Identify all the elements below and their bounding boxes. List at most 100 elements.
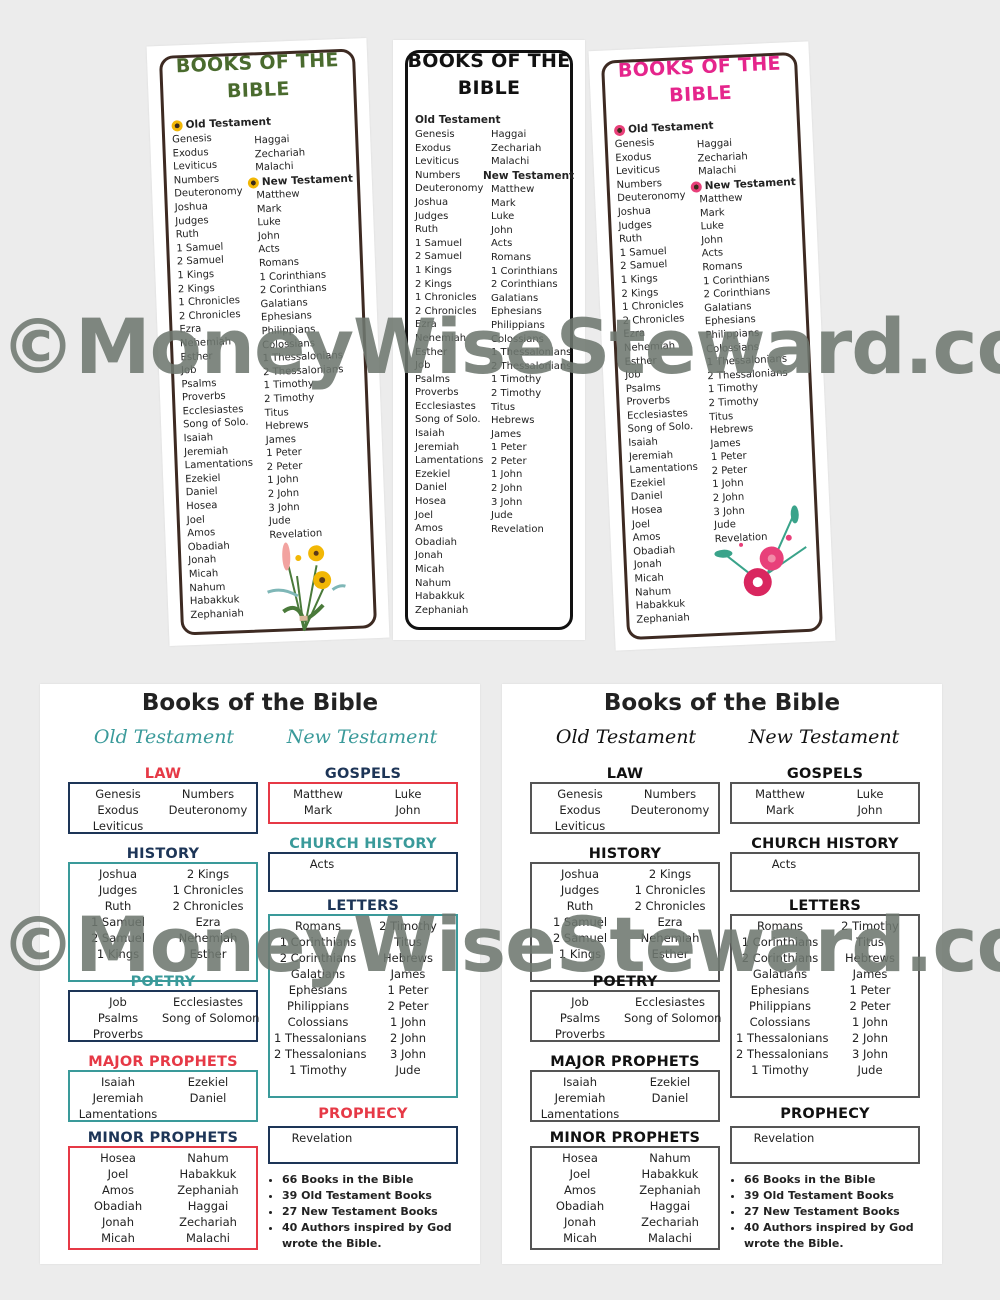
nt-books-column: Matthew Mark Luke John Acts Romans 1 Corinthia… — [491, 183, 571, 536]
section-right-column: 2 Kings 1 Chronicles 2 Chronicles Ezra Nehem… — [624, 866, 716, 962]
section-box-minor-prophets: Hosea Joel Amos Obadiah Jonah Micah Nahum Habak… — [68, 1146, 258, 1250]
book-name: Psalms — [415, 373, 450, 385]
book-name: 2 Timothy — [379, 919, 437, 933]
book-name: Luke — [491, 211, 515, 223]
nt-books-column: Matthew Mark Luke John Acts Romans 1 Corinthia… — [699, 190, 795, 547]
sunflower-icon — [171, 119, 183, 132]
section-left-column: Isaiah Jeremiah Lamentations — [74, 1074, 162, 1122]
book-name: 2 Peter — [491, 455, 527, 467]
bible-fact: 27 New Testament Books — [282, 1204, 480, 1220]
section-box-church-history: Acts — [730, 852, 920, 892]
book-name: Philippians — [287, 999, 349, 1013]
section-left-column: Isaiah Jeremiah Lamentations — [536, 1074, 624, 1122]
bible-fact: 40 Authors inspired by God wrote the Bib… — [282, 1220, 480, 1252]
book-name: Micah — [101, 1231, 135, 1245]
section-left-column: Joshua Judges Ruth 1 Samuel 2 Samuel 1 Kings — [74, 866, 162, 962]
book-name: 2 Timothy — [841, 919, 899, 933]
section-box-minor-prophets: Hosea Joel Amos Obadiah Jonah Micah Nahum Habak… — [530, 1146, 720, 1250]
book-name: Micah — [415, 564, 445, 575]
section-heading-gospels: GOSPELS — [324, 766, 402, 782]
section-box-poetry: Job Psalms Proverbs Ecclesiastes Song of Sol… — [68, 990, 259, 1042]
book-name: Zechariah — [641, 1215, 699, 1229]
book-name: Exodus — [97, 803, 139, 817]
book-name: Psalms — [559, 1011, 601, 1025]
pink-flower-decoration-icon — [714, 505, 807, 597]
book-name: Zephaniah — [177, 1183, 239, 1197]
section-right-column: 2 Kings 1 Chronicles 2 Chronicles Ezra Nehem… — [162, 866, 254, 962]
book-name: Zechariah — [491, 142, 542, 154]
book-name: Nahum — [415, 577, 452, 589]
poster-black-white: Books of the Bible Old Testament New Testa… — [502, 684, 942, 1264]
nt-label: New Testament — [286, 726, 438, 748]
book-name: Malachi — [255, 161, 294, 174]
ot-label: Old Testament — [555, 726, 697, 748]
section-box-prophecy: Revelation — [268, 1126, 458, 1164]
book-name: John — [395, 803, 421, 817]
book-name: 2 Kings — [186, 867, 230, 881]
book-name: Judges — [98, 883, 138, 897]
book-name: Nehemiah — [640, 931, 700, 945]
book-name: 1 John — [390, 1015, 426, 1029]
book-name: Joel — [415, 509, 433, 521]
book-name: Zechariah — [179, 1215, 237, 1229]
book-name: Acts — [491, 238, 513, 250]
section-left-column: Romans 1 Corinthians 2 Corinthians Galatian… — [736, 918, 828, 1078]
book-name: Ruth — [104, 899, 132, 913]
section-heading-poetry: POETRY — [130, 974, 196, 990]
book-name: 2 Samuel — [552, 931, 608, 945]
book-name: Ezra — [195, 915, 221, 929]
book-name: Lamentations — [78, 1107, 158, 1121]
section-heading-poetry: POETRY — [592, 974, 658, 990]
book-name: Matthew — [293, 787, 343, 801]
section-box-letters: Romans 1 Corinthians 2 Corinthians Galatian… — [730, 914, 920, 1098]
book-name: Leviticus — [92, 819, 144, 833]
section-left-column: Job Psalms Proverbs — [536, 994, 624, 1042]
book-name: Revelation — [291, 1131, 353, 1145]
book-name: Jude — [395, 1063, 421, 1077]
book-name: 2 Corinthians — [741, 951, 819, 965]
book-name: Song of Solo. — [415, 414, 481, 426]
section-box-prophecy: Revelation — [730, 1126, 920, 1164]
book-name: 2 Corinthians — [491, 279, 558, 291]
section-left-column: Matthew Mark — [274, 786, 362, 818]
book-name: Deuteronomy — [415, 183, 484, 195]
ot-books-continued: Haggai Zechariah Malachi — [254, 132, 306, 175]
section-right-column: Numbers Deuteronomy — [162, 786, 254, 818]
book-name: Ecclesiastes — [173, 995, 243, 1009]
book-name: James — [390, 967, 426, 981]
book-name: Leviticus — [415, 156, 459, 168]
book-name: Malachi — [647, 1231, 693, 1245]
book-name: Amos — [563, 1183, 597, 1197]
book-name: Genesis — [95, 787, 141, 801]
book-name: Job — [571, 995, 589, 1009]
book-name: Amos — [101, 1183, 135, 1197]
ot-heading-label: Old Testament — [415, 114, 501, 126]
book-name: Nahum — [187, 1151, 229, 1165]
book-name: 1 Chronicles — [172, 883, 244, 897]
book-name: James — [852, 967, 888, 981]
book-name: 2 Samuel — [90, 931, 146, 945]
book-name: Jonah — [101, 1215, 135, 1229]
section-box-gospels: Matthew Mark Luke John — [268, 782, 458, 824]
ot-label: Old Testament — [93, 726, 235, 748]
section-left-column: Joshua Judges Ruth 1 Samuel 2 Samuel 1 Kings — [536, 866, 624, 962]
book-name: Joshua — [415, 196, 449, 208]
book-name: Job — [415, 360, 431, 372]
book-name: 1 Chronicles — [634, 883, 706, 897]
book-name: Zephaniah — [190, 607, 245, 621]
book-name: 2 Timothy — [491, 387, 542, 399]
ot-books-continued: Haggai Zechariah Malachi — [697, 136, 749, 179]
sunflower-icon — [247, 176, 260, 189]
book-name: Obadiah — [93, 1199, 143, 1213]
book-name: 2 Chronicles — [634, 899, 706, 913]
book-name: 1 Peter — [849, 983, 891, 997]
book-name: 1 Timothy — [289, 1063, 347, 1077]
book-name: Ruth — [566, 899, 594, 913]
section-left-column: Hosea Joel Amos Obadiah Jonah Micah — [536, 1150, 624, 1246]
section-heading-prophecy: PROPHECY — [780, 1106, 870, 1122]
section-left-column: Acts — [282, 856, 362, 872]
book-name: Hebrews — [383, 951, 433, 965]
book-name: Micah — [563, 1231, 597, 1245]
bible-fact: 39 Old Testament Books — [744, 1188, 942, 1204]
bible-fact: 66 Books in the Bible — [744, 1172, 942, 1188]
